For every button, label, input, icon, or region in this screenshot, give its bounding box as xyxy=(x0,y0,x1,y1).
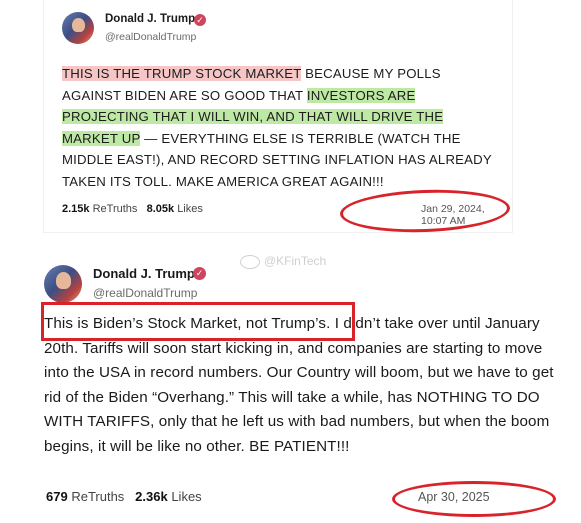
avatar[interactable] xyxy=(44,265,82,303)
red-box-annotation xyxy=(41,302,355,341)
retruths-label[interactable]: ReTruths xyxy=(71,489,124,504)
verified-badge-icon: ✓ xyxy=(194,14,206,26)
author-handle[interactable]: @realDonaldTrump xyxy=(105,31,196,43)
likes-label[interactable]: Likes xyxy=(171,489,201,504)
avatar[interactable] xyxy=(62,12,94,44)
author-handle[interactable]: @realDonaldTrump xyxy=(93,286,197,300)
author-name[interactable]: Donald J. Trump xyxy=(93,266,195,281)
weibo-logo-icon xyxy=(240,254,260,269)
likes-count: 2.36k xyxy=(135,489,168,504)
likes-count: 8.05k xyxy=(146,203,175,215)
engagement-stats: 2.15k ReTruths 8.05k Likes xyxy=(62,203,203,215)
retruths-count: 2.15k xyxy=(62,203,90,215)
red-circle-annotation xyxy=(392,481,556,517)
post-body: THIS IS THE TRUMP STOCK MARKET BECAUSE M… xyxy=(62,63,502,192)
likes-label[interactable]: Likes xyxy=(177,203,203,215)
watermark-text: @KFinTech xyxy=(264,254,327,268)
retruths-label[interactable]: ReTruths xyxy=(93,203,138,215)
author-name[interactable]: Donald J. Trump xyxy=(105,13,195,25)
highlight-red-text: THIS IS THE TRUMP STOCK MARKET xyxy=(62,66,302,81)
verified-badge-icon: ✓ xyxy=(193,267,206,280)
retruths-count: 679 xyxy=(46,489,68,504)
engagement-stats: 679 ReTruths 2.36k Likes xyxy=(46,489,202,504)
watermark: @KFinTech xyxy=(240,254,326,269)
